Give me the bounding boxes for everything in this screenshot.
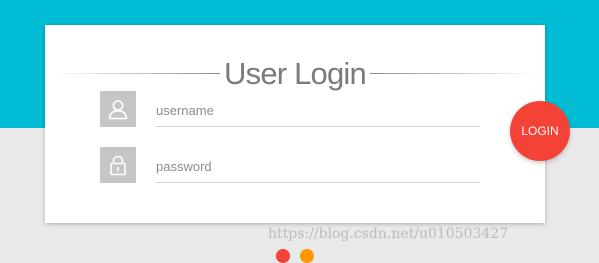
watermark: https://blog.csdn.net/u010503427 [268,226,509,242]
password-input[interactable] [155,151,480,183]
title-divider-right [370,73,537,74]
lock-icon [100,147,136,183]
login-card: User Login [45,25,545,223]
loading-dot-orange [300,249,314,263]
title-divider-left [53,73,220,74]
login-button[interactable]: LOGIN [510,101,570,161]
user-icon [100,91,136,127]
title-row: User Login [45,55,545,95]
username-input[interactable] [155,95,480,127]
page-title: User Login [224,56,367,91]
loading-dot-red [276,249,290,263]
